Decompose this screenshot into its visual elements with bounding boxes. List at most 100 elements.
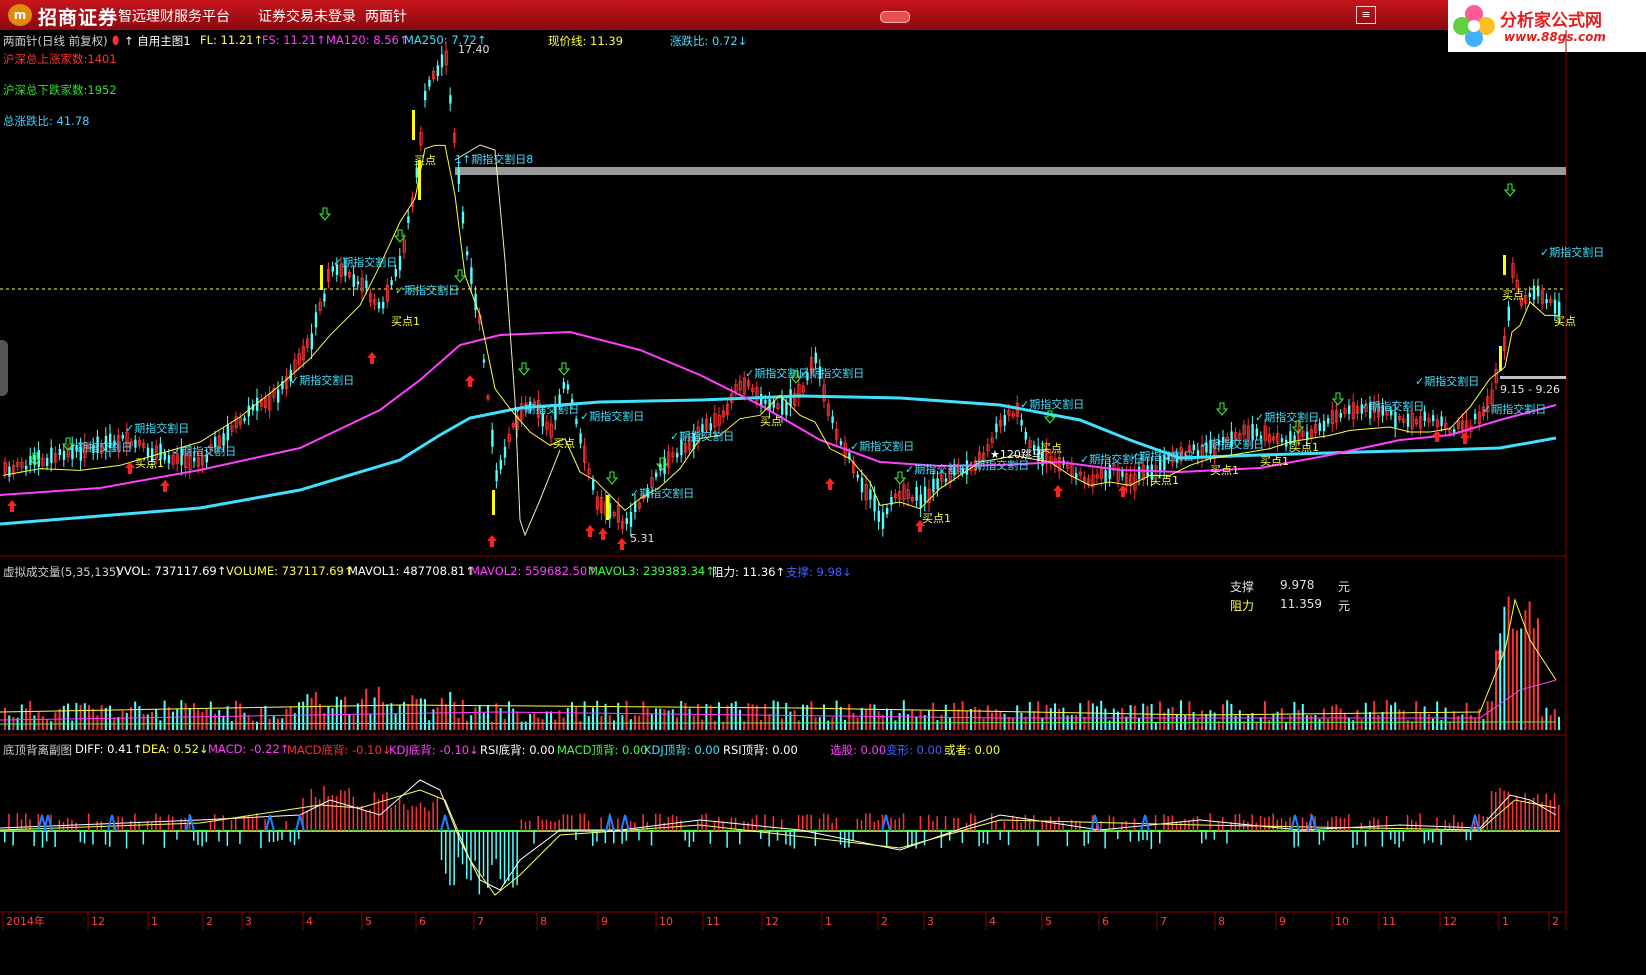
platform-subtitle: 智远理财服务平台 <box>118 9 230 25</box>
volume-bar <box>1196 718 1199 730</box>
candle-body <box>701 424 704 433</box>
candle-body <box>37 450 40 467</box>
volume-bar <box>1448 721 1451 730</box>
candle-body <box>137 440 142 446</box>
volume-bar <box>776 701 779 730</box>
candle-body <box>1519 298 1523 306</box>
buy-arrow-icon <box>1118 485 1128 497</box>
candle-body <box>1528 292 1531 298</box>
buy-label: 买点 <box>1040 442 1062 455</box>
candle-body <box>46 457 49 466</box>
macd-bar <box>923 831 926 846</box>
volume-bar <box>1154 721 1157 730</box>
macd-bar <box>20 819 23 831</box>
side-panel-toggle[interactable] <box>0 340 8 396</box>
candle-body <box>680 439 683 456</box>
candle-body <box>1028 440 1032 448</box>
candle-body <box>1083 476 1087 484</box>
divergence-peak-icon <box>1307 814 1317 832</box>
candle-body <box>625 518 628 525</box>
volume-bar <box>638 715 641 730</box>
collapse-toolbar-icon[interactable] <box>880 11 910 23</box>
candle-body <box>684 442 688 453</box>
macd-bar <box>1364 831 1367 847</box>
candle-body <box>999 420 1003 427</box>
candle-body <box>146 447 150 457</box>
candle-body <box>1255 428 1258 437</box>
candle-body <box>1213 442 1217 459</box>
macd-header-item-3: MACD: -0.22↑ <box>208 742 290 756</box>
volume-bar <box>1054 703 1056 730</box>
candle-body <box>284 376 289 389</box>
macd-bar <box>881 814 884 831</box>
volume-bar <box>1058 708 1061 730</box>
login-status-link[interactable]: 证券交易未登录 <box>258 6 356 26</box>
macd-bar <box>776 831 779 841</box>
buy-point-label: 买点1 <box>135 457 164 470</box>
macd-bar <box>1154 815 1157 831</box>
candle-body <box>407 216 410 223</box>
macd-header-item-0: 底顶背离副图 <box>3 743 72 757</box>
candle-body <box>281 381 284 390</box>
candle-body <box>604 501 608 516</box>
macd-bar <box>155 813 157 831</box>
volume-bar <box>1285 721 1287 730</box>
candle-body <box>205 454 208 463</box>
candle-body <box>1267 433 1271 443</box>
candle-body <box>717 414 721 426</box>
macd-bar <box>1234 814 1237 831</box>
candle-body <box>352 274 355 287</box>
macd-bar <box>1272 813 1274 831</box>
macd-bar <box>676 816 678 831</box>
macd-bar <box>50 814 52 831</box>
macd-bar <box>104 831 107 845</box>
macd-bar <box>1293 831 1295 848</box>
macd-bar <box>41 831 44 848</box>
candle-body <box>529 401 532 409</box>
volume-bar <box>571 702 573 730</box>
candle-body <box>1549 298 1553 303</box>
volume-bar <box>487 705 489 730</box>
volume-bar <box>1402 710 1405 730</box>
volume-bar <box>1423 706 1426 730</box>
macd-bar <box>1343 818 1346 831</box>
macd-bar <box>1100 821 1102 831</box>
volume-bar <box>608 715 611 730</box>
futures-delivery-label: ✓期指交割日 <box>850 439 914 453</box>
candle-body <box>738 380 742 391</box>
candle-body <box>382 301 385 309</box>
volume-bar <box>4 707 6 730</box>
volume-bar <box>688 708 691 730</box>
macd-bar <box>159 816 161 831</box>
candle-body <box>516 415 520 430</box>
candle-body <box>705 418 709 431</box>
macd-bar <box>67 817 69 831</box>
macd-bar <box>163 831 166 848</box>
macd-bar <box>445 831 447 874</box>
volume-bar <box>554 719 557 730</box>
macd-bar <box>793 831 796 849</box>
candle-body <box>117 435 121 452</box>
menu-icon[interactable]: ≡ <box>1356 6 1376 24</box>
candle-body <box>1469 425 1473 432</box>
volume-bar <box>1167 708 1170 730</box>
volume-bar <box>1293 701 1296 730</box>
macd-bar <box>1062 822 1064 831</box>
volume-bar <box>1146 705 1149 730</box>
volume-bar <box>781 718 783 730</box>
candle-body <box>982 452 986 461</box>
candle-body <box>583 445 587 463</box>
brand-name: 招商证券 <box>38 7 119 29</box>
candle-body <box>554 405 557 420</box>
volume-bar <box>46 719 48 730</box>
volume-bar <box>58 708 61 730</box>
volume-bar <box>898 713 901 730</box>
macd-bar <box>1066 831 1069 847</box>
candle-body <box>1217 439 1221 446</box>
volume-bar <box>1516 630 1518 730</box>
macd-header-item-5: KDJ底背: -0.10↓ <box>389 743 479 757</box>
axis-label: 1 <box>825 915 832 928</box>
macd-bar <box>785 831 787 845</box>
macd-bar <box>1348 814 1350 831</box>
candle-body <box>1448 428 1452 434</box>
